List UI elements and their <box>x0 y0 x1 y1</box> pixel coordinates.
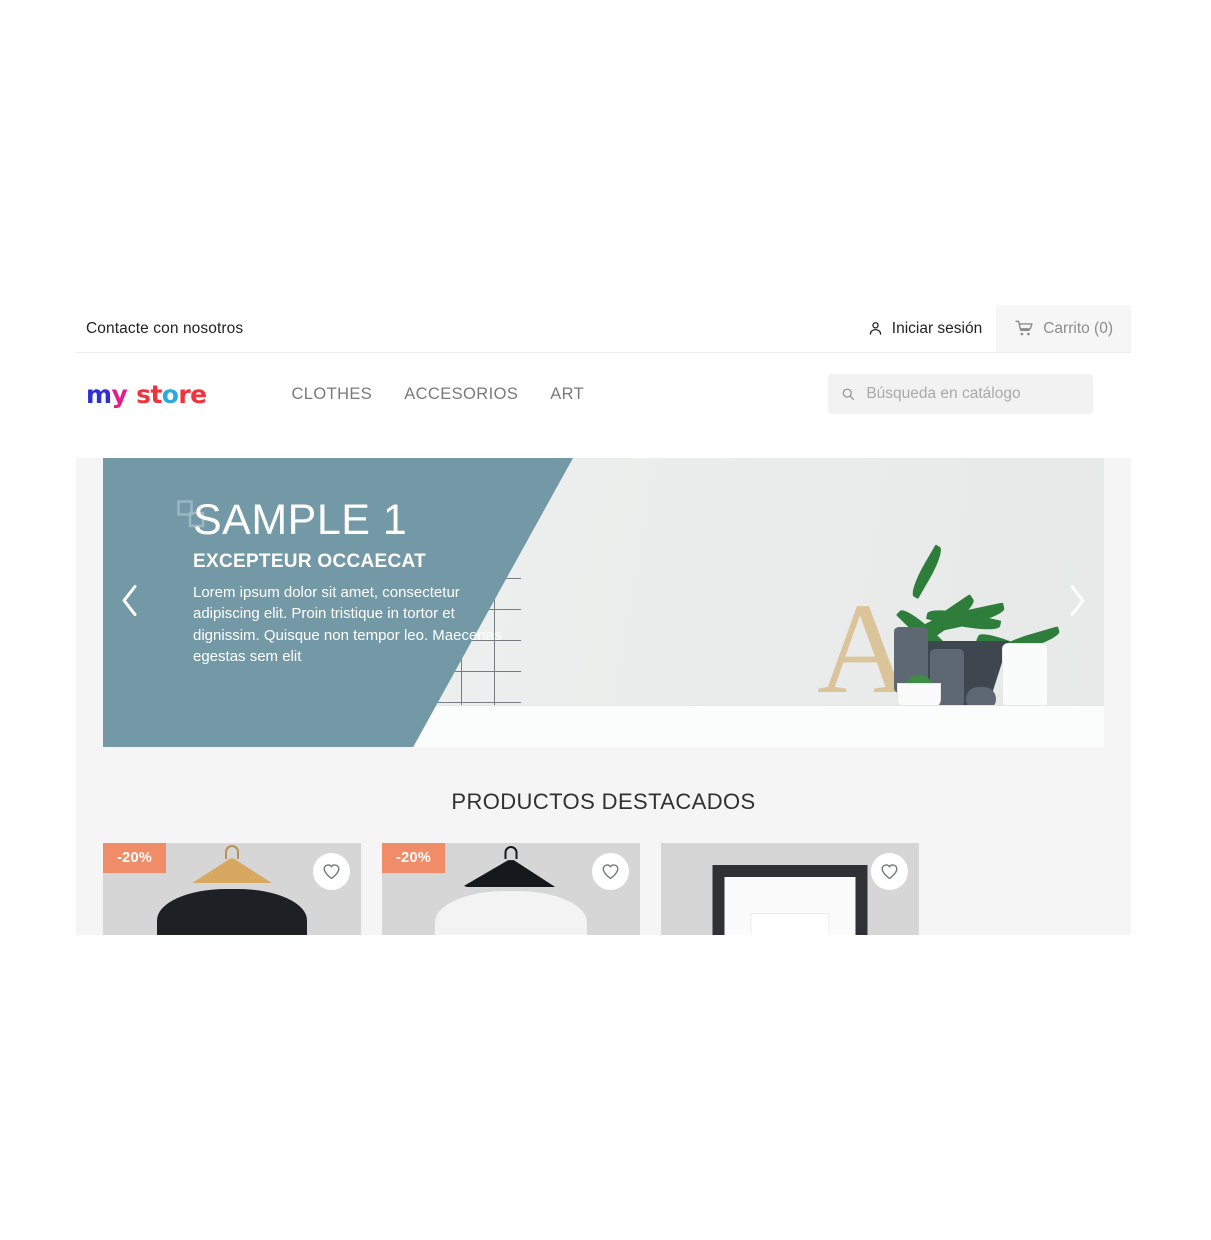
sign-in-button[interactable]: Iniciar sesión <box>853 305 996 352</box>
hero-letter-a: A <box>817 577 911 721</box>
logo-part-1: y <box>111 379 128 409</box>
hanger-hook-icon <box>504 846 518 859</box>
wishlist-button[interactable] <box>313 853 350 890</box>
heart-icon <box>602 864 619 880</box>
page-viewport: Contacte con nosotros Iniciar sesión Car… <box>76 305 1131 935</box>
site-logo[interactable]: my store <box>86 379 207 409</box>
menu-item-art[interactable]: ART <box>550 385 584 404</box>
logo-part-3: t <box>150 379 162 409</box>
poster-frame: ▶ ▶ ▶ ▶ ▶ THE <box>712 865 868 935</box>
featured-products-title: PRODUCTOS DESTACADOS <box>451 789 756 814</box>
white-sweater <box>435 891 587 935</box>
search-box[interactable] <box>828 374 1093 414</box>
contact-us-link[interactable]: Contacte con nosotros <box>86 320 243 338</box>
menu-item-accesorios[interactable]: ACCESORIOS <box>404 385 518 404</box>
poster-sheet: ▶ ▶ ▶ ▶ ▶ THE <box>750 913 830 935</box>
logo-part-2: s <box>136 379 151 409</box>
shopping-cart-icon <box>1015 320 1033 336</box>
product-card[interactable]: ▶ ▶ ▶ ▶ ▶ THE <box>661 843 919 935</box>
user-icon <box>869 322 882 335</box>
menu-item-clothes[interactable]: CLOTHES <box>291 385 372 404</box>
discount-badge: -20% <box>382 843 446 873</box>
hero-title: SAMPLE 1 <box>193 496 408 544</box>
main-menu: CLOTHES ACCESORIOS ART <box>291 385 584 404</box>
wishlist-button[interactable] <box>871 853 908 890</box>
hero-description: Lorem ipsum dolor sit amet, consectetur … <box>193 584 502 666</box>
logo-part-5: re <box>178 379 207 409</box>
topbar: Contacte con nosotros Iniciar sesión Car… <box>76 305 1131 353</box>
cart-label: Carrito (0) <box>1043 319 1113 337</box>
chevron-left-icon <box>122 584 137 616</box>
search-input[interactable] <box>866 385 1080 403</box>
cart-button[interactable]: Carrito (0) <box>996 305 1131 352</box>
search-icon <box>842 388 855 400</box>
product-card[interactable]: -20% <box>382 843 640 935</box>
carousel-next-button[interactable] <box>1066 583 1088 622</box>
hero-caption: SAMPLE 1 EXCEPTEUR OCCAECAT Lorem ipsum … <box>193 496 523 667</box>
featured-products-grid: -20% -20% <box>76 843 1131 935</box>
hanger-hook-icon <box>225 845 239 859</box>
black-hanger <box>464 860 556 887</box>
black-sweater <box>157 889 307 935</box>
poster-mat: ▶ ▶ ▶ ▶ ▶ THE <box>724 877 856 935</box>
logo-part-0: m <box>86 379 112 409</box>
hero-subtitle: EXCEPTEUR OCCAECAT <box>193 551 427 573</box>
sign-in-label: Iniciar sesión <box>891 319 983 337</box>
discount-badge: -20% <box>103 843 167 873</box>
heart-icon <box>881 864 898 880</box>
wishlist-button[interactable] <box>592 853 629 890</box>
hero-carousel: A SAMPLE 1 EXCEPTEUR OCCAECAT Lorem ipsu… <box>103 458 1104 747</box>
hero-vase-4 <box>1002 643 1048 709</box>
wooden-hanger <box>192 858 272 883</box>
product-card[interactable]: -20% <box>103 843 361 935</box>
heart-icon <box>323 864 340 880</box>
topbar-right: Iniciar sesión Carrito (0) <box>853 305 1131 352</box>
page-body: A SAMPLE 1 EXCEPTEUR OCCAECAT Lorem ipsu… <box>76 458 1131 935</box>
carousel-prev-button[interactable] <box>119 583 141 622</box>
site-header: my store CLOTHES ACCESORIOS ART <box>76 353 1131 435</box>
logo-part-4: o <box>161 379 179 409</box>
chevron-right-icon <box>1070 584 1085 616</box>
